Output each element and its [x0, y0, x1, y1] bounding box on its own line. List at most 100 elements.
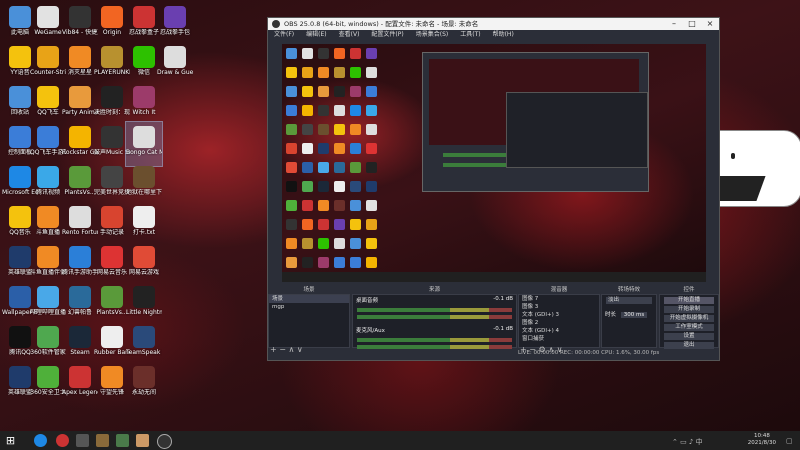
desktop-icon[interactable]: Vib84 - 快捷方式	[62, 2, 98, 46]
desktop-icon[interactable]: Counter-Strike Global Off...	[30, 42, 66, 86]
app-icon	[101, 46, 123, 68]
desktop-icon[interactable]: 完美世界竞技平台	[94, 162, 130, 206]
preview-icon	[286, 200, 297, 211]
preview-icon	[302, 67, 313, 78]
desktop-icon[interactable]: 守望先锋	[94, 362, 130, 406]
preview-icon	[286, 162, 297, 173]
desktop-icon[interactable]: 斗鱼直播	[30, 202, 66, 246]
start-button[interactable]: ⊞	[4, 434, 17, 447]
desktop-icon[interactable]: 幻兽帕鲁	[62, 282, 98, 326]
control-button[interactable]: 开始虚拟摄像机	[664, 315, 714, 322]
preview-icon	[350, 200, 361, 211]
tray-icons[interactable]: ⌃ ▭ ♪ 中	[672, 437, 703, 447]
menu-item[interactable]: 查看(V)	[333, 30, 366, 40]
desktop-icon-label: Counter-Strike Global Off...	[30, 69, 66, 76]
close-button[interactable]: ×	[701, 18, 719, 30]
app-icon[interactable]	[76, 434, 89, 447]
duration-input[interactable]: 300 ms	[620, 312, 648, 318]
desktop-icon[interactable]: 腾讯手游助手	[62, 242, 98, 286]
desktop-icon[interactable]: Rento Fortune	[62, 202, 98, 246]
desktop-icon[interactable]: 腾讯视频	[30, 162, 66, 206]
desktop-icon[interactable]: 网易云游戏	[126, 242, 162, 286]
app-icon-3[interactable]	[136, 434, 149, 447]
control-button[interactable]: 工作室模式	[664, 324, 714, 331]
desktop-icon[interactable]: Rockstar Games...	[62, 122, 98, 166]
menu-item[interactable]: 帮助(H)	[487, 30, 520, 40]
scenes-list[interactable]: 场景 mgp	[268, 294, 350, 348]
obs-taskbar-icon[interactable]	[157, 434, 172, 449]
desktop-icon[interactable]: Bongo Cat Mver	[125, 121, 163, 167]
obs-preview[interactable]	[282, 44, 706, 282]
desktop-icon[interactable]: 360软件管家	[30, 322, 66, 366]
transitions-panel[interactable]: 淡出 时长 300 ms	[601, 294, 657, 348]
desktop-icon[interactable]: WeGame	[30, 2, 66, 46]
desktop-icon[interactable]: 哔哩哔哩直播姬	[30, 282, 66, 326]
desktop-icon-label: Witch It	[132, 109, 156, 116]
menu-item[interactable]: 编辑(E)	[300, 30, 332, 40]
menu-item[interactable]: 配置文件(P)	[365, 30, 409, 40]
source-item[interactable]: 图像 3	[519, 303, 599, 311]
source-item[interactable]: 窗口捕获	[519, 335, 599, 343]
desktop-icon[interactable]: 斗鱼直播伴侣	[30, 242, 66, 286]
source-item[interactable]: 图像 2	[519, 319, 599, 327]
scene-item[interactable]: 场景	[269, 295, 349, 303]
control-button[interactable]: 设置	[664, 333, 714, 340]
desktop-icon[interactable]: QQ飞车手游工具	[30, 122, 66, 166]
clock[interactable]: 10:48 2021/8/30	[748, 433, 776, 447]
notification-icon[interactable]: ▢	[786, 437, 793, 445]
desktop-icon[interactable]: TeamSpeak 3	[126, 322, 162, 366]
desktop-icon[interactable]: PlantsVs...	[94, 282, 130, 326]
desktop-icon[interactable]: PlantsVs...	[62, 162, 98, 206]
menu-item[interactable]: 工具(T)	[454, 30, 486, 40]
transition-select[interactable]: 淡出	[606, 297, 652, 304]
desktop-icon[interactable]: 忍战拳手包	[157, 2, 193, 46]
edge-icon[interactable]	[34, 434, 47, 447]
control-button[interactable]: 开始录制	[664, 306, 714, 313]
desktop-icon[interactable]: Steam	[62, 322, 98, 366]
desktop-icon-label: Rubber Bandit...	[94, 349, 130, 356]
source-item[interactable]: 图像 7	[519, 295, 599, 303]
desktop-icon[interactable]: Witch It	[126, 82, 162, 126]
desktop-icon[interactable]: 消灭星星	[62, 42, 98, 86]
desktop-icon[interactable]: Little Nightmares	[126, 282, 162, 326]
mixer-channel[interactable]: 麦克风/Aux -0.1 dB	[353, 325, 516, 349]
desktop-icon[interactable]: 手动记录	[94, 202, 130, 246]
preview-icon	[318, 67, 329, 78]
obs-title-bar[interactable]: OBS 25.0.8 (64-bit, windows) - 配置文件: 未命名…	[268, 18, 719, 30]
desktop-icon[interactable]: Rubber Bandit...	[94, 322, 130, 366]
mixer-channel[interactable]: 桌面音频 -0.1 dB	[353, 295, 516, 319]
sources-list[interactable]: 图像 7 图像 3 文本 (GDI+) 3 图像 2 文本 (GDI+) 4 窗口捕获	[518, 294, 600, 348]
preview-icon	[334, 181, 345, 192]
desktop-icon-label: 消灭星星	[67, 69, 92, 76]
desktop-icon[interactable]: Apex Legends	[62, 362, 98, 406]
control-button[interactable]: 开始直播	[664, 297, 714, 304]
desktop-icon[interactable]: Origin	[94, 2, 130, 46]
source-item[interactable]: 文本 (GDI+) 4	[519, 327, 599, 335]
netease-icon[interactable]	[56, 434, 69, 447]
maximize-button[interactable]: □	[683, 18, 701, 30]
desktop-icon[interactable]: 360安全卫士	[30, 362, 66, 406]
source-item[interactable]: 文本 (GDI+) 3	[519, 311, 599, 319]
desktop-icon[interactable]: PLAYERUNKNOWN'S BATTLEGR...	[94, 42, 130, 86]
preview-icon	[286, 124, 297, 135]
desktop-icon[interactable]: Draw & Guess	[157, 42, 193, 86]
desktop-icon[interactable]: QQ飞车	[30, 82, 66, 126]
menu-item[interactable]: 文件(F)	[268, 30, 300, 40]
desktop-icon[interactable]: 地狱在哪里下载	[126, 162, 162, 206]
desktop-icon[interactable]: 决胜时刻：现代战争	[94, 82, 130, 126]
folder-icon[interactable]	[96, 434, 109, 447]
scene-item[interactable]: mgp	[269, 303, 349, 311]
desktop-icon[interactable]: 鼓声Music Sour...	[94, 122, 130, 166]
desktop-icon[interactable]: Party Animals	[62, 82, 98, 126]
menu-item[interactable]: 场景集合(S)	[410, 30, 455, 40]
desktop-icon[interactable]: 打卡.txt	[126, 202, 162, 246]
minimize-button[interactable]: –	[665, 18, 683, 30]
preview-icon	[286, 181, 297, 192]
desktop-icon[interactable]: 网易云音乐	[94, 242, 130, 286]
audio-mixer[interactable]: 桌面音频 -0.1 dB 麦克风/Aux -0.1 dB	[352, 294, 517, 349]
obs-window[interactable]: OBS 25.0.8 (64-bit, windows) - 配置文件: 未命名…	[267, 17, 720, 361]
scene-add-remove[interactable]: + − ∧ ∨	[270, 346, 303, 354]
desktop-icon[interactable]: 永劫无间	[126, 362, 162, 406]
app-icon-2[interactable]	[116, 434, 129, 447]
control-button[interactable]: 退出	[664, 342, 714, 349]
